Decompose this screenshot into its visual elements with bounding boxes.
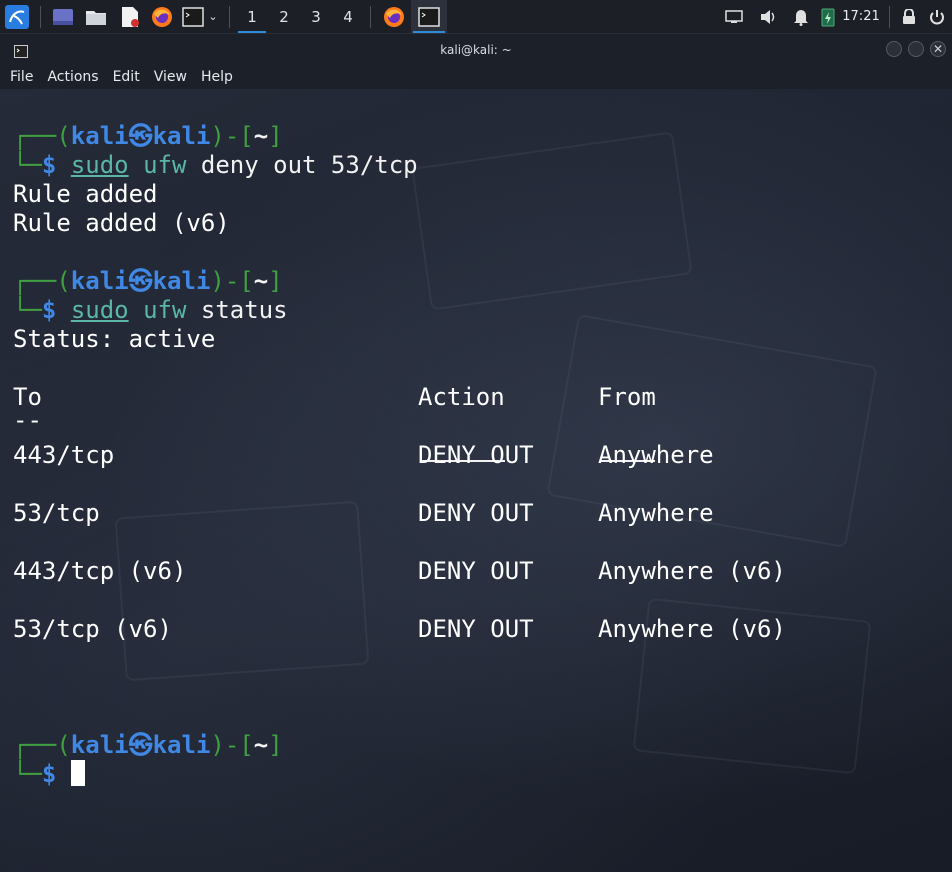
close-icon: ✕ xyxy=(932,42,944,56)
notification-bell-icon[interactable] xyxy=(785,0,817,34)
menu-actions[interactable]: Actions xyxy=(47,69,98,85)
menu-file[interactable]: File xyxy=(10,69,33,85)
status-line: Status: active xyxy=(13,325,216,353)
command-line: └─$ sudo ufw deny out 53/tcp xyxy=(13,151,418,179)
window-icon xyxy=(14,43,28,62)
window-controls: ✕ xyxy=(886,41,946,57)
panel-separator xyxy=(889,5,890,28)
table-cell-from: Anywhere (v6) xyxy=(598,615,786,643)
panel-separator xyxy=(229,5,230,28)
firefox-icon xyxy=(384,6,404,27)
lock-icon[interactable] xyxy=(896,0,922,34)
wallpaper-shape xyxy=(411,131,693,311)
text-cursor xyxy=(70,760,85,786)
clock[interactable]: 17:21 xyxy=(839,0,883,34)
table-header-from: From xyxy=(598,383,656,411)
terminal-window: kali@kali: ~ ✕ File Actions Edit View He… xyxy=(0,35,952,872)
menu-help[interactable]: Help xyxy=(201,69,233,85)
workspace-2[interactable]: 2 xyxy=(268,0,300,34)
terminal-task[interactable] xyxy=(411,0,447,34)
prompt-header: ┌──(kali㉿kali)-[~] xyxy=(13,122,283,150)
menu-bar: File Actions Edit View Help xyxy=(0,65,952,89)
desktop-icon[interactable] xyxy=(47,0,79,34)
power-icon[interactable] xyxy=(922,0,952,34)
table-cell-from: Anywhere xyxy=(598,499,714,527)
battery-icon[interactable] xyxy=(817,0,839,34)
window-titlebar[interactable]: kali@kali: ~ ✕ xyxy=(0,35,952,65)
terminal-icon xyxy=(182,6,205,27)
panel-separator xyxy=(40,5,41,28)
table-cell-action: DENY OUT xyxy=(418,615,534,643)
table-cell-from: Anywhere xyxy=(598,441,714,469)
table-cell-action: DENY OUT xyxy=(418,441,534,469)
terminal-icon xyxy=(14,45,28,58)
table-cell-to: 443/tcp xyxy=(13,441,115,469)
prompt-header: ┌──(kali㉿kali)-[~] xyxy=(13,731,283,759)
minimize-button[interactable] xyxy=(886,41,902,57)
terminal-launcher[interactable]: ⌄ xyxy=(177,0,223,34)
menu-edit[interactable]: Edit xyxy=(113,69,140,85)
screen-icon[interactable] xyxy=(717,0,751,34)
output-line: Rule added xyxy=(13,180,158,208)
menu-view[interactable]: View xyxy=(154,69,187,85)
table-cell-action: DENY OUT xyxy=(418,557,534,585)
table-header-action: Action xyxy=(418,383,505,411)
panel-separator xyxy=(370,5,371,28)
workspace-1[interactable]: 1 xyxy=(236,0,268,34)
window-title: kali@kali: ~ xyxy=(440,43,512,57)
text-editor-icon[interactable] xyxy=(113,0,147,34)
workspace-3[interactable]: 3 xyxy=(300,0,332,34)
command-line: └─$ sudo ufw status xyxy=(13,296,288,324)
table-header-rule: -- xyxy=(13,406,42,434)
table-cell-to: 443/tcp (v6) xyxy=(13,557,187,585)
table-cell-to: 53/tcp xyxy=(13,499,100,527)
firefox-icon[interactable] xyxy=(147,0,177,34)
kali-menu-icon[interactable] xyxy=(0,0,34,34)
close-button[interactable]: ✕ xyxy=(930,41,946,57)
table-cell-to: 53/tcp (v6) xyxy=(13,615,172,643)
firefox-task[interactable] xyxy=(377,0,411,34)
terminal-icon xyxy=(418,6,440,27)
volume-icon[interactable] xyxy=(751,0,785,34)
top-panel: ⌄ 1 2 3 4 17:21 xyxy=(0,0,952,34)
prompt-header: ┌──(kali㉿kali)-[~] xyxy=(13,267,283,295)
terminal-output[interactable]: ┌──(kali㉿kali)-[~] └─$ sudo ufw deny out… xyxy=(0,89,952,872)
workspace-4[interactable]: 4 xyxy=(332,0,364,34)
output-line: Rule added (v6) xyxy=(13,209,230,237)
chevron-down-icon[interactable]: ⌄ xyxy=(208,10,217,23)
active-prompt[interactable]: └─$ xyxy=(13,760,85,789)
maximize-button[interactable] xyxy=(908,41,924,57)
table-cell-from: Anywhere (v6) xyxy=(598,557,786,585)
wallpaper-shape xyxy=(114,500,370,682)
table-cell-action: DENY OUT xyxy=(418,499,534,527)
file-manager-icon[interactable] xyxy=(79,0,113,34)
